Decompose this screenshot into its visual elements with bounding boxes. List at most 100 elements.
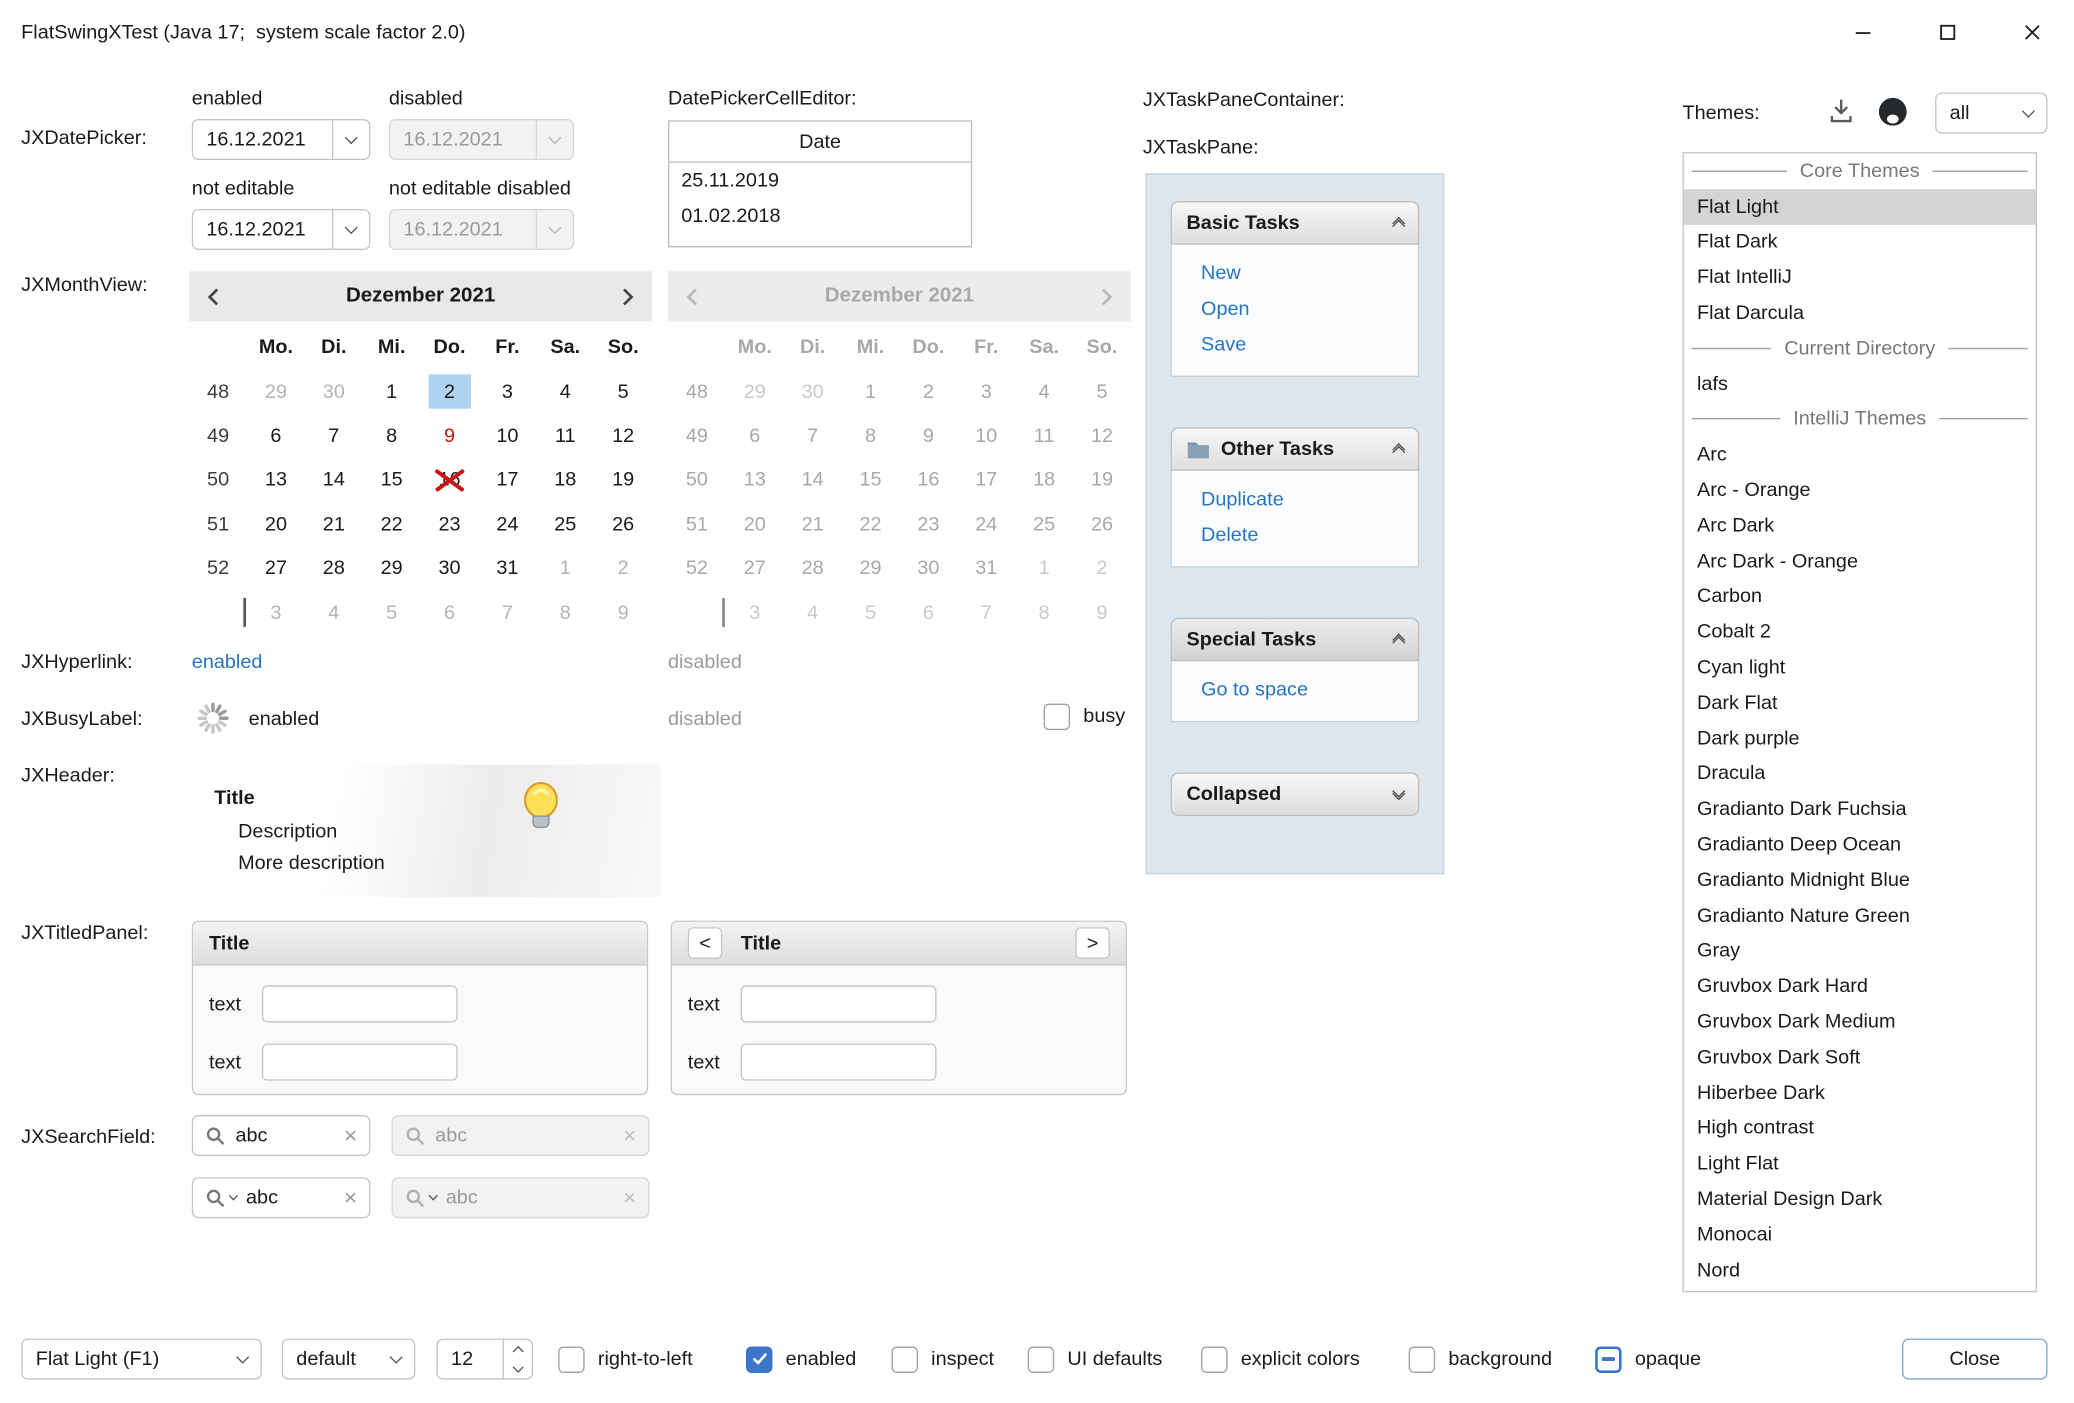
calendar-day-cell[interactable]: 9 — [421, 414, 479, 458]
theme-list-item[interactable]: Gray — [1684, 933, 2036, 968]
theme-list-item[interactable]: Flat IntelliJ — [1684, 260, 2036, 295]
github-button[interactable] — [1876, 94, 1910, 134]
taskpane-header-basic-tasks[interactable]: Basic Tasks — [1171, 201, 1420, 245]
table-row[interactable]: 25.11.2019 — [669, 163, 971, 199]
searchfield-with-menu-enabled[interactable]: abc × — [192, 1177, 371, 1218]
calendar-day-cell[interactable]: 23 — [421, 502, 479, 546]
calendar-day-cell[interactable]: 7 — [305, 414, 363, 458]
calendar-prev-button[interactable] — [210, 285, 222, 307]
calendar-day-cell[interactable]: 11 — [536, 414, 594, 458]
laf-combobox[interactable]: Flat Light (F1) — [21, 1339, 262, 1380]
theme-list-item[interactable]: Carbon — [1684, 579, 2036, 614]
searchfield-enabled[interactable]: abc × — [192, 1115, 371, 1156]
calendar-day-cell[interactable]: 29 — [247, 370, 305, 414]
checkbox-opaque[interactable]: opaque — [1595, 1339, 1701, 1380]
text-field[interactable] — [262, 985, 458, 1022]
theme-list-item[interactable]: Monocai — [1684, 1217, 2036, 1252]
table-row[interactable]: 01.02.2018 — [669, 198, 971, 234]
calendar-day-cell[interactable]: 4 — [536, 370, 594, 414]
datepicker-not-editable[interactable]: 16.12.2021 — [192, 209, 371, 250]
calendar-day-cell[interactable]: 3 — [247, 590, 305, 634]
close-button[interactable]: Close — [1902, 1339, 2047, 1380]
taskpane-header-special-tasks[interactable]: Special Tasks — [1171, 618, 1420, 662]
taskpane-link[interactable]: Open — [1201, 296, 1418, 321]
theme-list-item[interactable]: Material Design Dark — [1684, 1181, 2036, 1216]
theme-list-item[interactable]: Gruvbox Dark Medium — [1684, 1004, 2036, 1039]
calendar-day-cell[interactable]: 8 — [363, 414, 421, 458]
theme-list-item[interactable]: Arc Dark — [1684, 508, 2036, 543]
calendar-day-cell[interactable]: 5 — [594, 370, 652, 414]
calendar-day-cell[interactable]: 12 — [594, 414, 652, 458]
theme-list-item[interactable]: Gruvbox Dark Hard — [1684, 969, 2036, 1004]
themes-filter-combobox[interactable]: all — [1935, 93, 2047, 134]
calendar-day-cell[interactable]: 19 — [594, 458, 652, 502]
checkbox-background[interactable]: background — [1409, 1339, 1552, 1380]
theme-list-item[interactable]: Dark purple — [1684, 721, 2036, 756]
font-size-spinner[interactable]: 12 — [436, 1339, 533, 1380]
calendar-day-cell[interactable]: 10 — [478, 414, 536, 458]
text-field[interactable] — [741, 985, 937, 1022]
calendar-day-cell[interactable]: 6 — [247, 414, 305, 458]
calendar-day-cell[interactable]: 17 — [478, 458, 536, 502]
theme-list-item[interactable]: Dracula — [1684, 756, 2036, 791]
taskpane-link[interactable]: Save — [1201, 332, 1418, 357]
calendar-day-cell[interactable]: 28 — [305, 546, 363, 590]
theme-list-item[interactable]: Arc - Orange — [1684, 472, 2036, 507]
text-field[interactable] — [741, 1044, 937, 1081]
datepicker-dropdown-button[interactable] — [332, 120, 369, 158]
calendar-day-cell[interactable]: 21 — [305, 502, 363, 546]
theme-list-item[interactable]: Hiberbee Dark — [1684, 1075, 2036, 1110]
theme-list-item[interactable]: Gradianto Midnight Blue — [1684, 862, 2036, 897]
theme-list-item[interactable]: Light Flat — [1684, 1146, 2036, 1181]
taskpane-link[interactable]: New — [1201, 261, 1418, 286]
taskpane-header-other-tasks[interactable]: Other Tasks — [1171, 427, 1420, 471]
calendar-day-cell[interactable]: 30 — [305, 370, 363, 414]
theme-list-item[interactable]: Arc Dark - Orange — [1684, 543, 2036, 578]
calendar-day-cell[interactable]: 24 — [478, 502, 536, 546]
theme-list-item[interactable]: lafs — [1684, 366, 2036, 401]
calendar-day-cell[interactable]: 14 — [305, 458, 363, 502]
checkbox-right-to-left[interactable]: right-to-left — [558, 1339, 693, 1380]
calendar-day-cell[interactable]: 3 — [478, 370, 536, 414]
theme-list-item[interactable]: Flat Light — [1684, 189, 2036, 224]
checkbox-ui-defaults[interactable]: UI defaults — [1028, 1339, 1163, 1380]
calendar-day-cell[interactable]: 30 — [421, 546, 479, 590]
calendar-day-cell[interactable]: 1 — [363, 370, 421, 414]
minimize-button[interactable] — [1820, 0, 1905, 63]
titledpanel-right-button[interactable]: > — [1075, 927, 1109, 959]
checkbox-explicit-colors[interactable]: explicit colors — [1201, 1339, 1360, 1380]
theme-list-item[interactable]: Gradianto Nature Green — [1684, 898, 2036, 933]
calendar-day-cell[interactable]: 20 — [247, 502, 305, 546]
calendar-day-cell[interactable]: 15 — [363, 458, 421, 502]
taskpane-link[interactable]: Delete — [1201, 522, 1418, 547]
calendar-day-cell[interactable]: 29 — [363, 546, 421, 590]
text-field[interactable] — [262, 1044, 458, 1081]
calendar-day-cell[interactable]: 25 — [536, 502, 594, 546]
calendar-day-cell[interactable]: 13 — [247, 458, 305, 502]
theme-list-item[interactable]: Flat Darcula — [1684, 295, 2036, 330]
theme-list-item[interactable]: Dark Flat — [1684, 685, 2036, 720]
calendar-day-cell[interactable]: 22 — [363, 502, 421, 546]
calendar-day-cell[interactable]: 2 — [594, 546, 652, 590]
spinner-up-button[interactable] — [504, 1340, 532, 1359]
calendar-day-cell[interactable]: 4 — [305, 590, 363, 634]
maximize-button[interactable] — [1905, 0, 1990, 63]
taskpane-link[interactable]: Go to space — [1201, 677, 1418, 702]
datepicker-dropdown-button[interactable] — [332, 210, 369, 248]
theme-list-item[interactable]: Gradianto Dark Fuchsia — [1684, 791, 2036, 826]
hyperlink-enabled[interactable]: enabled — [192, 651, 263, 673]
theme-list-item[interactable]: Gruvbox Dark Soft — [1684, 1040, 2036, 1075]
calendar-day-cell[interactable]: 16 — [421, 458, 479, 502]
clear-icon[interactable]: × — [344, 1186, 357, 1208]
theme-list-item[interactable]: High contrast — [1684, 1110, 2036, 1145]
theme-list-item[interactable]: Arc — [1684, 437, 2036, 472]
theme-list-item[interactable]: Flat Dark — [1684, 224, 2036, 259]
calendar-day-cell[interactable]: 6 — [421, 590, 479, 634]
checkbox-inspect[interactable]: inspect — [891, 1339, 994, 1380]
calendar-day-cell[interactable]: 1 — [536, 546, 594, 590]
datepicker-enabled[interactable]: 16.12.2021 — [192, 119, 371, 160]
theme-list-item[interactable]: Cobalt 2 — [1684, 614, 2036, 649]
theme-list-item[interactable]: Cyan light — [1684, 650, 2036, 685]
titledpanel-left-button[interactable]: < — [688, 927, 722, 959]
clear-icon[interactable]: × — [344, 1124, 357, 1146]
